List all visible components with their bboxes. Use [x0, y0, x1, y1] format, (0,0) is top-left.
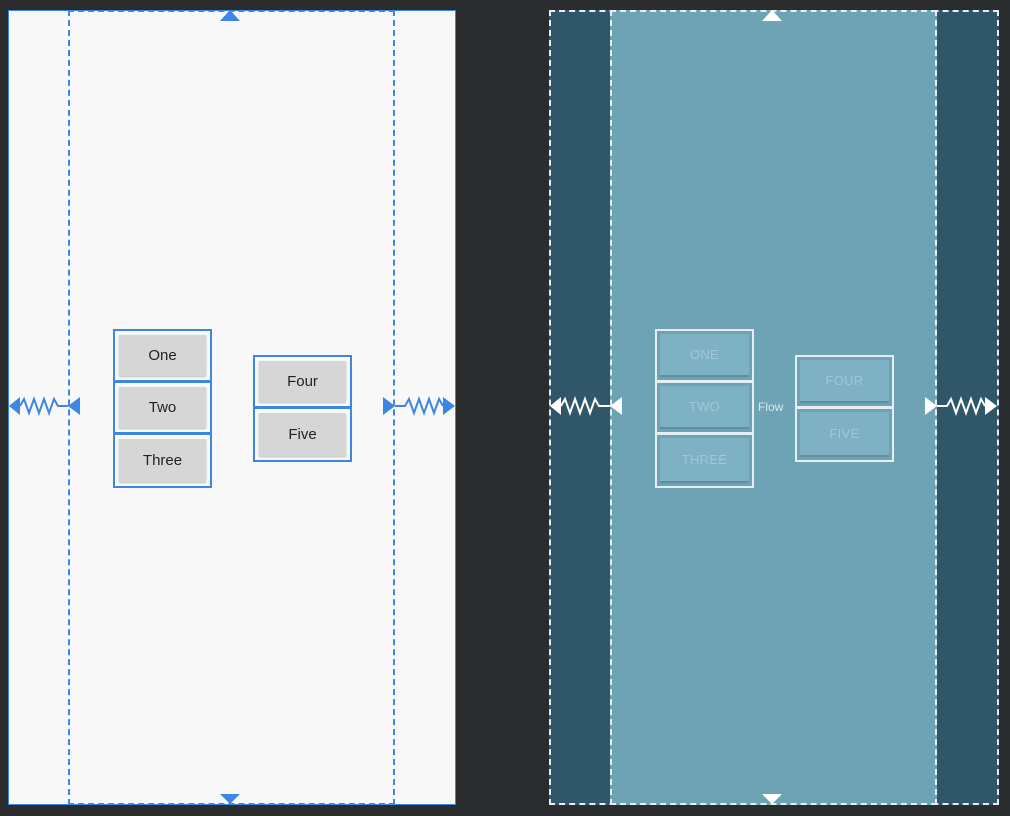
- blueprint-button-five[interactable]: FIVE: [795, 407, 894, 462]
- design-button-one-label: One: [119, 335, 206, 376]
- design-button-five[interactable]: Five: [253, 407, 352, 462]
- blueprint-button-four-label: FOUR: [800, 360, 889, 403]
- design-button-two[interactable]: Two: [113, 381, 212, 434]
- blueprint-button-one[interactable]: ONE: [655, 329, 754, 382]
- blueprint-button-three-label: THREE: [660, 438, 749, 483]
- blueprint-button-five-label: FIVE: [800, 412, 889, 457]
- flow-label: Flow: [758, 400, 784, 414]
- design-button-one[interactable]: One: [113, 329, 212, 382]
- design-button-three[interactable]: Three: [113, 433, 212, 488]
- design-button-two-label: Two: [119, 387, 206, 428]
- blueprint-button-three[interactable]: THREE: [655, 433, 754, 488]
- blueprint-button-two-label: TWO: [660, 386, 749, 429]
- design-button-three-label: Three: [119, 439, 206, 482]
- blueprint-button-one-label: ONE: [660, 334, 749, 377]
- blueprint-button-two[interactable]: TWO: [655, 381, 754, 434]
- design-button-five-label: Five: [259, 413, 346, 456]
- blueprint-button-four[interactable]: FOUR: [795, 355, 894, 408]
- design-button-four-label: Four: [259, 361, 346, 402]
- design-button-four[interactable]: Four: [253, 355, 352, 408]
